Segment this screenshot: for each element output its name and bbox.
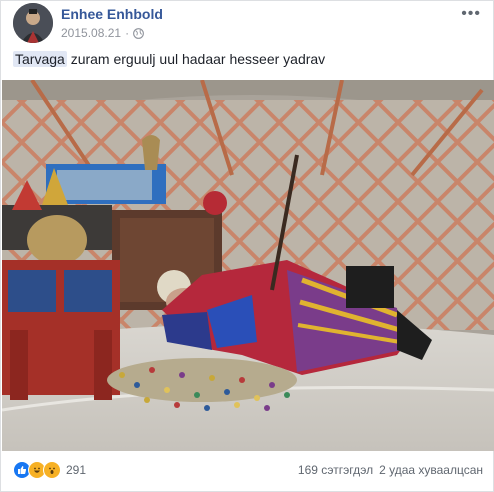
post-date[interactable]: 2015.08.21 — [61, 26, 121, 40]
facebook-post: Enhee Enhbold 2015.08.21 · ••• Tarvaga z… — [0, 0, 494, 492]
post-header: Enhee Enhbold 2015.08.21 · ••• — [13, 3, 483, 45]
post-text-body: zuram erguulj uul hadaar hesseer yadrav — [66, 51, 326, 67]
author-name[interactable]: Enhee Enhbold — [61, 6, 163, 22]
post-footer: 291 169 сэтгэгдэл 2 удаа хуваалцсан — [13, 457, 483, 483]
post-photo[interactable] — [2, 80, 494, 451]
tagged-name[interactable]: Tarvaga — [13, 51, 67, 67]
shares-count[interactable]: 2 удаа хуваалцсан — [379, 463, 483, 477]
post-meta: 2015.08.21 · — [61, 26, 144, 40]
post-text: Tarvaga zuram erguulj uul hadaar hesseer… — [13, 51, 325, 67]
globe-icon[interactable] — [133, 27, 144, 39]
post-stats: 169 сэтгэгдэл 2 удаа хуваалцсан — [298, 463, 483, 477]
reaction-count[interactable]: 291 — [66, 463, 86, 477]
wow-icon — [43, 461, 61, 479]
comments-count[interactable]: 169 сэтгэгдэл — [298, 463, 373, 477]
more-options-button[interactable]: ••• — [461, 5, 481, 23]
author-avatar[interactable] — [13, 3, 53, 43]
reactions-summary[interactable]: 291 — [13, 461, 86, 479]
